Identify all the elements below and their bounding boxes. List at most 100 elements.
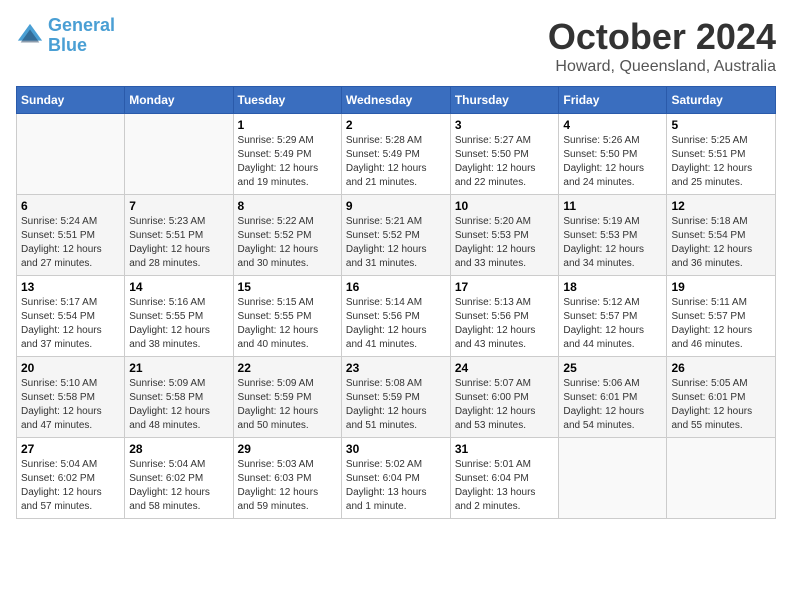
calendar-cell: 10Sunrise: 5:20 AM Sunset: 5:53 PM Dayli… xyxy=(450,195,559,276)
day-info: Sunrise: 5:27 AM Sunset: 5:50 PM Dayligh… xyxy=(455,134,555,190)
week-row-1: 1Sunrise: 5:29 AM Sunset: 5:49 PM Daylig… xyxy=(17,114,776,195)
day-info: Sunrise: 5:13 AM Sunset: 5:56 PM Dayligh… xyxy=(455,296,555,352)
day-number: 14 xyxy=(129,280,228,294)
calendar-cell: 1Sunrise: 5:29 AM Sunset: 5:49 PM Daylig… xyxy=(233,114,341,195)
day-info: Sunrise: 5:10 AM Sunset: 5:58 PM Dayligh… xyxy=(21,377,120,433)
calendar-table: SundayMondayTuesdayWednesdayThursdayFrid… xyxy=(16,86,776,519)
day-number: 26 xyxy=(671,361,771,375)
page-header: General Blue October 2024 Howard, Queens… xyxy=(16,16,776,76)
weekday-header-friday: Friday xyxy=(559,87,667,114)
day-info: Sunrise: 5:19 AM Sunset: 5:53 PM Dayligh… xyxy=(563,215,662,271)
calendar-cell: 31Sunrise: 5:01 AM Sunset: 6:04 PM Dayli… xyxy=(450,438,559,519)
calendar-cell: 22 Sunrise: 5:09 AM Sunset: 5:59 PM Dayli… xyxy=(233,357,341,438)
calendar-cell: 29 Sunrise: 5:03 AM Sunset: 6:03 PM Dayli… xyxy=(233,438,341,519)
calendar-cell: 17 Sunrise: 5:13 AM Sunset: 5:56 PM Dayli… xyxy=(450,276,559,357)
calendar-cell: 11 Sunrise: 5:19 AM Sunset: 5:53 PM Dayli… xyxy=(559,195,667,276)
day-number: 11 xyxy=(563,199,662,213)
day-number: 3 xyxy=(455,118,555,132)
calendar-cell: 28 Sunrise: 5:04 AM Sunset: 6:02 PM Dayli… xyxy=(125,438,233,519)
calendar-cell: 24 Sunrise: 5:07 AM Sunset: 6:00 PM Dayli… xyxy=(450,357,559,438)
weekday-header-thursday: Thursday xyxy=(450,87,559,114)
day-number: 4 xyxy=(563,118,662,132)
day-number: 13 xyxy=(21,280,120,294)
day-info: Sunrise: 5:29 AM Sunset: 5:49 PM Dayligh… xyxy=(238,134,337,190)
location-title: Howard, Queensland, Australia xyxy=(548,58,776,76)
calendar-cell: 14 Sunrise: 5:16 AM Sunset: 5:55 PM Dayli… xyxy=(125,276,233,357)
day-info: Sunrise: 5:11 AM Sunset: 5:57 PM Dayligh… xyxy=(671,296,771,352)
weekday-header-wednesday: Wednesday xyxy=(341,87,450,114)
month-title: October 2024 xyxy=(548,16,776,58)
weekday-header-monday: Monday xyxy=(125,87,233,114)
logo-icon xyxy=(16,22,44,50)
calendar-cell: 4 Sunrise: 5:26 AM Sunset: 5:50 PM Daylig… xyxy=(559,114,667,195)
calendar-cell: 12Sunrise: 5:18 AM Sunset: 5:54 PM Dayli… xyxy=(667,195,776,276)
weekday-header-saturday: Saturday xyxy=(667,87,776,114)
day-number: 20 xyxy=(21,361,120,375)
day-info: Sunrise: 5:18 AM Sunset: 5:54 PM Dayligh… xyxy=(671,215,771,271)
day-info: Sunrise: 5:08 AM Sunset: 5:59 PM Dayligh… xyxy=(346,377,446,433)
day-info: Sunrise: 5:22 AM Sunset: 5:52 PM Dayligh… xyxy=(238,215,337,271)
calendar-cell: 16Sunrise: 5:14 AM Sunset: 5:56 PM Dayli… xyxy=(341,276,450,357)
day-info: Sunrise: 5:06 AM Sunset: 6:01 PM Dayligh… xyxy=(563,377,662,433)
calendar-cell xyxy=(125,114,233,195)
day-number: 9 xyxy=(346,199,446,213)
day-number: 29 xyxy=(238,442,337,456)
day-number: 10 xyxy=(455,199,555,213)
day-info: Sunrise: 5:21 AM Sunset: 5:52 PM Dayligh… xyxy=(346,215,446,271)
day-info: Sunrise: 5:12 AM Sunset: 5:57 PM Dayligh… xyxy=(563,296,662,352)
day-info: Sunrise: 5:25 AM Sunset: 5:51 PM Dayligh… xyxy=(671,134,771,190)
day-info: Sunrise: 5:03 AM Sunset: 6:03 PM Dayligh… xyxy=(238,458,337,514)
day-info: Sunrise: 5:23 AM Sunset: 5:51 PM Dayligh… xyxy=(129,215,228,271)
logo: General Blue xyxy=(16,16,115,56)
week-row-5: 27 Sunrise: 5:04 AM Sunset: 6:02 PM Dayli… xyxy=(17,438,776,519)
calendar-cell: 7Sunrise: 5:23 AM Sunset: 5:51 PM Daylig… xyxy=(125,195,233,276)
calendar-cell: 8 Sunrise: 5:22 AM Sunset: 5:52 PM Daylig… xyxy=(233,195,341,276)
day-number: 27 xyxy=(21,442,120,456)
day-info: Sunrise: 5:09 AM Sunset: 5:58 PM Dayligh… xyxy=(129,377,228,433)
day-number: 17 xyxy=(455,280,555,294)
week-row-2: 6 Sunrise: 5:24 AM Sunset: 5:51 PM Daylig… xyxy=(17,195,776,276)
weekday-header-sunday: Sunday xyxy=(17,87,125,114)
day-number: 8 xyxy=(238,199,337,213)
day-number: 24 xyxy=(455,361,555,375)
calendar-cell: 18 Sunrise: 5:12 AM Sunset: 5:57 PM Dayli… xyxy=(559,276,667,357)
logo-text: General Blue xyxy=(48,16,115,56)
calendar-cell: 23 Sunrise: 5:08 AM Sunset: 5:59 PM Dayli… xyxy=(341,357,450,438)
day-info: Sunrise: 5:04 AM Sunset: 6:02 PM Dayligh… xyxy=(21,458,120,514)
day-number: 22 xyxy=(238,361,337,375)
day-info: Sunrise: 5:04 AM Sunset: 6:02 PM Dayligh… xyxy=(129,458,228,514)
day-number: 5 xyxy=(671,118,771,132)
calendar-cell xyxy=(17,114,125,195)
day-number: 25 xyxy=(563,361,662,375)
day-info: Sunrise: 5:26 AM Sunset: 5:50 PM Dayligh… xyxy=(563,134,662,190)
day-number: 6 xyxy=(21,199,120,213)
day-info: Sunrise: 5:16 AM Sunset: 5:55 PM Dayligh… xyxy=(129,296,228,352)
day-number: 15 xyxy=(238,280,337,294)
calendar-cell: 30Sunrise: 5:02 AM Sunset: 6:04 PM Dayli… xyxy=(341,438,450,519)
calendar-cell: 20 Sunrise: 5:10 AM Sunset: 5:58 PM Dayli… xyxy=(17,357,125,438)
calendar-cell: 27 Sunrise: 5:04 AM Sunset: 6:02 PM Dayli… xyxy=(17,438,125,519)
title-area: October 2024 Howard, Queensland, Austral… xyxy=(548,16,776,76)
weekday-header-row: SundayMondayTuesdayWednesdayThursdayFrid… xyxy=(17,87,776,114)
day-info: Sunrise: 5:05 AM Sunset: 6:01 PM Dayligh… xyxy=(671,377,771,433)
day-info: Sunrise: 5:15 AM Sunset: 5:55 PM Dayligh… xyxy=(238,296,337,352)
calendar-cell: 21Sunrise: 5:09 AM Sunset: 5:58 PM Dayli… xyxy=(125,357,233,438)
calendar-cell: 26 Sunrise: 5:05 AM Sunset: 6:01 PM Dayli… xyxy=(667,357,776,438)
week-row-3: 13 Sunrise: 5:17 AM Sunset: 5:54 PM Dayli… xyxy=(17,276,776,357)
day-info: Sunrise: 5:07 AM Sunset: 6:00 PM Dayligh… xyxy=(455,377,555,433)
day-number: 2 xyxy=(346,118,446,132)
calendar-cell: 19Sunrise: 5:11 AM Sunset: 5:57 PM Dayli… xyxy=(667,276,776,357)
day-info: Sunrise: 5:14 AM Sunset: 5:56 PM Dayligh… xyxy=(346,296,446,352)
calendar-cell: 6 Sunrise: 5:24 AM Sunset: 5:51 PM Daylig… xyxy=(17,195,125,276)
calendar-cell: 3 Sunrise: 5:27 AM Sunset: 5:50 PM Daylig… xyxy=(450,114,559,195)
day-info: Sunrise: 5:17 AM Sunset: 5:54 PM Dayligh… xyxy=(21,296,120,352)
calendar-cell: 5 Sunrise: 5:25 AM Sunset: 5:51 PM Daylig… xyxy=(667,114,776,195)
day-info: Sunrise: 5:02 AM Sunset: 6:04 PM Dayligh… xyxy=(346,458,446,514)
day-number: 18 xyxy=(563,280,662,294)
calendar-cell: 15 Sunrise: 5:15 AM Sunset: 5:55 PM Dayli… xyxy=(233,276,341,357)
day-number: 23 xyxy=(346,361,446,375)
calendar-cell: 2Sunrise: 5:28 AM Sunset: 5:49 PM Daylig… xyxy=(341,114,450,195)
day-info: Sunrise: 5:24 AM Sunset: 5:51 PM Dayligh… xyxy=(21,215,120,271)
day-info: Sunrise: 5:09 AM Sunset: 5:59 PM Dayligh… xyxy=(238,377,337,433)
day-number: 28 xyxy=(129,442,228,456)
